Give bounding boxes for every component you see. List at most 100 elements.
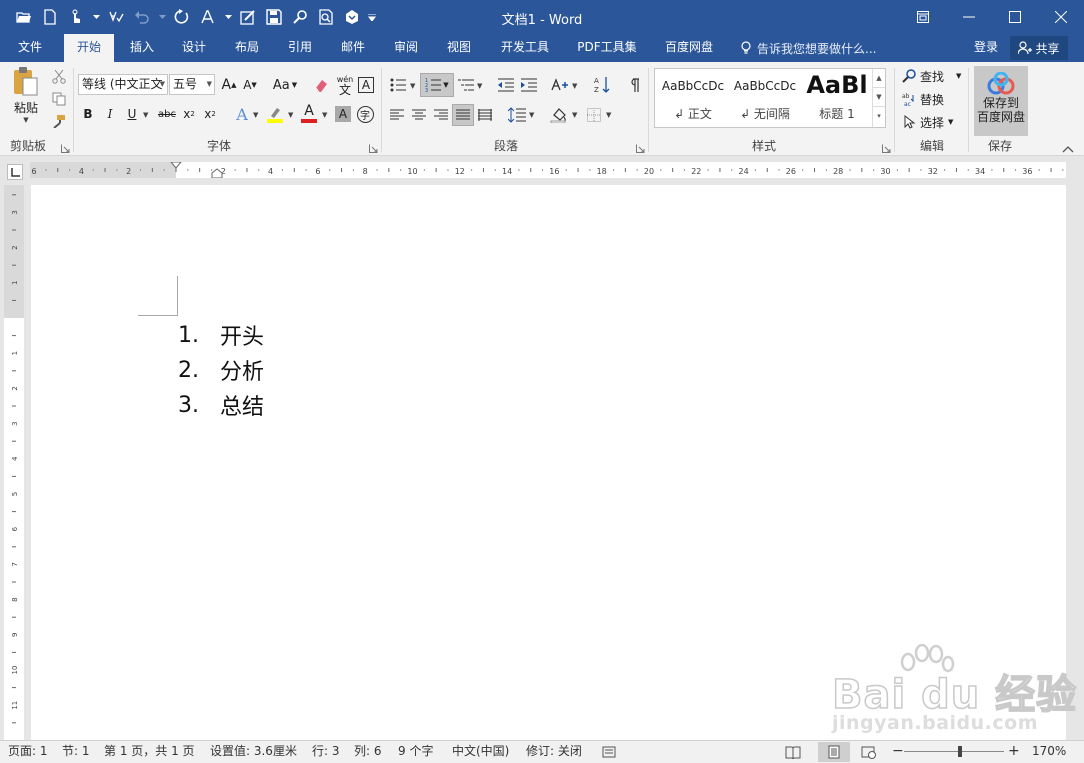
redo-icon[interactable] (172, 7, 192, 27)
distribute-icon[interactable] (476, 106, 494, 124)
chevron-down-icon[interactable]: ▼ (477, 82, 482, 90)
find-button[interactable]: 查找 ▼ (902, 66, 961, 86)
zoom-slider-track[interactable] (904, 751, 1004, 752)
vertical-scrollbar-area[interactable] (1066, 185, 1084, 740)
show-marks-icon[interactable] (624, 75, 644, 95)
numbering-button[interactable]: 1 2 3 ▼ (420, 73, 454, 97)
font-color-icon[interactable]: A (299, 102, 319, 124)
grow-font-button[interactable]: A ▲ (220, 75, 238, 95)
style-heading-1[interactable]: AaBl 标题 1 (801, 69, 873, 127)
new-doc-icon[interactable] (40, 7, 60, 27)
launcher-icon[interactable] (369, 142, 378, 153)
list-item[interactable]: 3. 总结 (178, 390, 264, 421)
tab-home[interactable]: 开始 (64, 34, 114, 63)
select-button[interactable]: 选择 ▼ (902, 112, 953, 132)
print-preview-icon[interactable] (316, 7, 336, 27)
list-item[interactable]: 1. 开头 (178, 320, 264, 351)
status-line[interactable]: 行: 3 (312, 741, 340, 763)
chevron-down-icon[interactable]: ▼ (143, 111, 148, 119)
chevron-down-icon[interactable]: ▼ (410, 82, 415, 90)
line-spacing-icon[interactable] (506, 104, 528, 126)
cut-icon[interactable] (50, 68, 68, 86)
tab-layout[interactable]: 布局 (225, 34, 269, 62)
style-no-spacing[interactable]: AaBbCcDc ↲ 无间隔 (729, 69, 801, 127)
change-case-button[interactable]: Aa ▼ (270, 75, 300, 95)
share-button[interactable]: 共享 (1010, 36, 1068, 60)
ruler-scale[interactable]: 6 4 2 2 4 6 8 10 12 14 16 18 20 22 24 26 28 30 32 34 36 (30, 162, 1066, 178)
undo-icon[interactable] (132, 7, 152, 27)
chinese-layout-icon[interactable] (550, 75, 570, 95)
sign-in-link[interactable]: 登录 (974, 34, 998, 62)
save-to-baidu-button[interactable]: 保存到 百度网盘 (974, 66, 1028, 136)
read-mode-icon[interactable] (782, 742, 804, 762)
find-icon[interactable] (290, 7, 310, 27)
char-border-button[interactable]: A (357, 75, 375, 95)
format-painter-icon[interactable] (50, 112, 68, 130)
tell-me-box[interactable]: 告诉我您想要做什么... (740, 34, 876, 62)
tab-design[interactable]: 设计 (172, 34, 216, 62)
bold-button[interactable]: B (80, 104, 96, 124)
font-size-combo[interactable]: 五号 ▼ (169, 74, 215, 95)
collapse-ribbon-icon[interactable] (1062, 142, 1074, 153)
styles-up-icon[interactable]: ▲ (873, 69, 885, 88)
subscript-button[interactable]: x2 (181, 104, 197, 124)
chevron-down-icon[interactable] (92, 7, 100, 27)
open-icon[interactable] (14, 7, 34, 27)
borders-icon[interactable] (584, 105, 604, 125)
launcher-icon[interactable] (61, 142, 70, 153)
align-center-icon[interactable] (410, 106, 428, 124)
tab-view[interactable]: 视图 (437, 34, 481, 62)
zoom-slider-thumb[interactable] (958, 746, 962, 757)
chevron-down-icon[interactable]: ▼ (572, 111, 577, 119)
replace-button[interactable]: ab ac 替换 (902, 89, 944, 109)
ribbon-display-options-icon[interactable] (900, 0, 946, 34)
justify-icon[interactable] (452, 104, 474, 126)
zoom-out-button[interactable]: − (892, 741, 904, 763)
status-language[interactable]: 中文(中国) (452, 741, 509, 763)
enclose-char-button[interactable]: 字 (356, 105, 374, 123)
bullets-icon[interactable] (388, 75, 408, 95)
spelling-icon[interactable] (106, 7, 126, 27)
multilevel-list-icon[interactable] (456, 75, 476, 95)
track-icon[interactable] (238, 7, 258, 27)
maximize-icon[interactable] (992, 0, 1038, 34)
decrease-indent-icon[interactable] (496, 75, 516, 95)
text-effects-icon[interactable]: A (233, 104, 251, 124)
list-item[interactable]: 2. 分析 (178, 355, 264, 386)
phonetic-guide-button[interactable]: wén 文 (335, 72, 355, 98)
chevron-down-icon[interactable]: ▼ (529, 111, 534, 119)
document-page[interactable]: 1. 开头 2. 分析 3. 总结 (31, 185, 1066, 740)
touch-mode-icon[interactable] (66, 7, 86, 27)
copy-icon[interactable] (50, 90, 68, 108)
shrink-font-button[interactable]: A ▼ (241, 75, 259, 95)
zoom-in-button[interactable]: + (1008, 741, 1020, 763)
tab-insert[interactable]: 插入 (120, 34, 164, 62)
status-position[interactable]: 设置值: 3.6厘米 (210, 741, 297, 763)
tab-pdf-tools[interactable]: PDF工具集 (573, 34, 641, 62)
format-icon[interactable] (198, 7, 218, 27)
tab-developer[interactable]: 开发工具 (496, 34, 554, 62)
chevron-down-icon[interactable]: ▼ (606, 111, 611, 119)
sort-icon[interactable]: AZ (592, 74, 612, 96)
strikethrough-button[interactable]: abc (155, 104, 179, 124)
tab-review[interactable]: 审阅 (384, 34, 428, 62)
chevron-down-icon[interactable] (158, 7, 166, 27)
status-word-count[interactable]: 9 个字 (398, 741, 433, 763)
zoom-level[interactable]: 170% (1032, 741, 1066, 763)
align-left-icon[interactable] (388, 106, 406, 124)
shading-icon[interactable] (548, 104, 570, 126)
tab-file[interactable]: 文件 (8, 34, 52, 62)
styles-more-icon[interactable]: ▾ (873, 107, 885, 126)
status-page-count[interactable]: 第 1 页，共 1 页 (104, 741, 195, 763)
close-icon[interactable] (1038, 0, 1084, 34)
save-icon[interactable] (264, 7, 284, 27)
launcher-icon[interactable] (882, 142, 891, 153)
superscript-button[interactable]: x2 (202, 104, 218, 124)
chevron-down-icon[interactable]: ▼ (253, 111, 258, 119)
status-section[interactable]: 节: 1 (62, 741, 90, 763)
char-shading-button[interactable]: A (334, 105, 352, 123)
print-layout-icon[interactable] (818, 742, 850, 762)
styles-down-icon[interactable]: ▼ (873, 88, 885, 107)
increase-indent-icon[interactable] (519, 75, 539, 95)
chevron-down-icon[interactable] (224, 7, 232, 27)
